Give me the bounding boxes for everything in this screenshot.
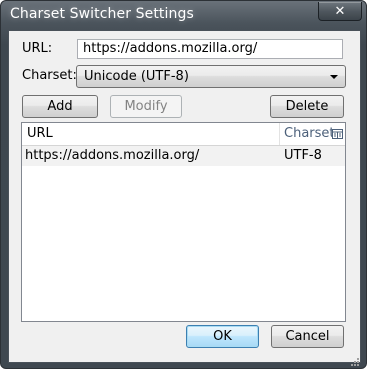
- delete-button[interactable]: Delete: [270, 95, 344, 118]
- modify-button[interactable]: Modify: [110, 95, 182, 118]
- row-charset-cell: UTF-8: [284, 148, 322, 163]
- list-header: URL Charset: [22, 123, 345, 146]
- dialog-window: Charset Switcher Settings ✕ URL: https:/…: [0, 0, 367, 369]
- url-input[interactable]: https://addons.mozilla.org/: [77, 39, 343, 59]
- dialog-content: URL: https://addons.mozilla.org/ Charset…: [8, 30, 361, 366]
- charset-select[interactable]: Unicode (UTF-8): [76, 65, 346, 88]
- charset-label: Charset:: [22, 68, 77, 83]
- url-charset-list[interactable]: URL Charset https://addons.mozilla.org/: [21, 122, 346, 322]
- add-button[interactable]: Add: [22, 95, 98, 118]
- column-header-charset[interactable]: Charset: [281, 123, 335, 145]
- column-picker-icon[interactable]: [331, 128, 343, 140]
- chevron-down-icon: [330, 75, 338, 79]
- resize-grip-icon[interactable]: [350, 352, 360, 366]
- window-title: Charset Switcher Settings: [10, 6, 194, 22]
- charset-selected-value: Unicode (UTF-8): [84, 69, 189, 84]
- list-row[interactable]: https://addons.mozilla.org/ UTF-8: [22, 146, 345, 166]
- column-header-url[interactable]: URL: [22, 123, 280, 145]
- url-label: URL:: [22, 41, 53, 56]
- close-button[interactable]: ✕: [318, 2, 362, 21]
- ok-button[interactable]: OK: [186, 325, 259, 348]
- cancel-button[interactable]: Cancel: [271, 325, 344, 348]
- close-icon: ✕: [334, 3, 346, 19]
- row-url-cell: https://addons.mozilla.org/: [25, 148, 200, 163]
- title-bar[interactable]: Charset Switcher Settings ✕: [1, 1, 366, 29]
